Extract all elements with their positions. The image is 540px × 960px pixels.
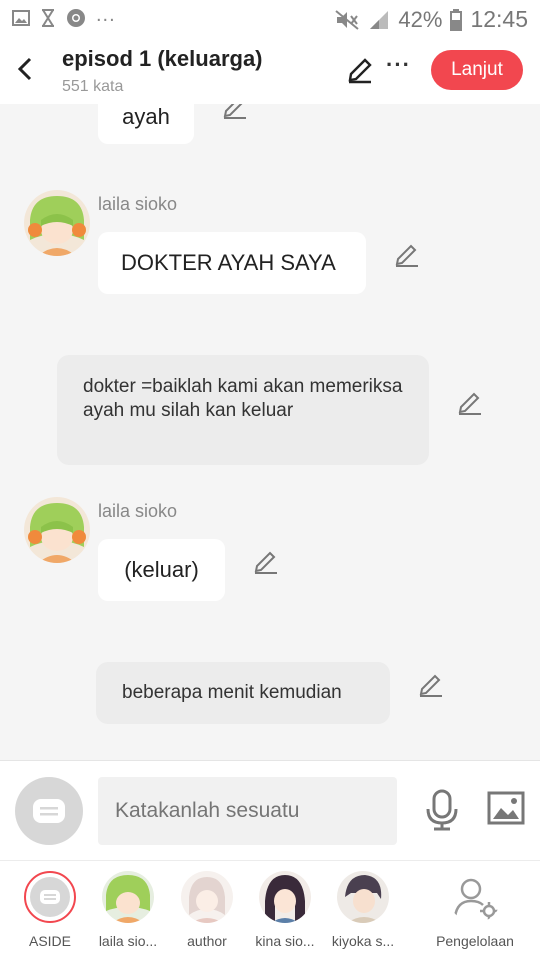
- edit-message-icon[interactable]: [222, 104, 248, 120]
- management-button[interactable]: Pengelolaan: [425, 871, 525, 949]
- character-avatar-icon: [24, 497, 90, 563]
- edit-pencil-icon[interactable]: [346, 56, 374, 84]
- status-right: 42% 12:45: [334, 6, 528, 33]
- character-avatar-icon: [259, 871, 311, 923]
- cast-character[interactable]: author: [162, 871, 252, 949]
- edit-message-icon[interactable]: [457, 390, 483, 416]
- back-arrow-icon[interactable]: [14, 54, 36, 84]
- cast-character[interactable]: kiyoka s...: [318, 871, 408, 949]
- character-avatar-icon: [102, 871, 154, 923]
- cast-label: ASIDE: [28, 933, 71, 949]
- image-upload-icon[interactable]: [487, 791, 525, 825]
- message-text: (keluar): [124, 557, 199, 582]
- message-bubble[interactable]: (keluar): [98, 539, 225, 601]
- character-avatar-icon: [24, 190, 90, 256]
- message-bubble[interactable]: DOKTER AYAH SAYA: [98, 232, 366, 294]
- message-input[interactable]: [98, 777, 397, 845]
- avatar[interactable]: [24, 190, 90, 256]
- narration-bubble[interactable]: dokter =baiklah kami akan memeriksa ayah…: [57, 355, 429, 465]
- cast-label: laila sio...: [98, 933, 158, 949]
- avatar: [337, 871, 389, 923]
- mute-icon: [335, 9, 360, 30]
- clock: 12:45: [470, 6, 528, 32]
- cast-label: author: [187, 933, 227, 949]
- header: episod 1 (keluarga) 551 kata ··· Lanjut: [0, 38, 540, 104]
- message-text: DOKTER AYAH SAYA: [121, 250, 336, 275]
- aside-toggle-button[interactable]: [15, 777, 83, 845]
- more-options-button[interactable]: ···: [386, 52, 411, 78]
- narration-text: beberapa menit kemudian: [122, 682, 342, 703]
- avatar: [102, 871, 154, 923]
- microphone-icon[interactable]: [424, 789, 460, 831]
- signal-icon: [370, 10, 389, 29]
- next-button[interactable]: Lanjut: [431, 50, 523, 90]
- cast-label: Pengelolaan: [436, 933, 514, 949]
- edit-message-icon[interactable]: [418, 672, 444, 698]
- narration-text: dokter =baiklah kami akan memeriksa ayah…: [83, 376, 403, 421]
- edit-message-icon[interactable]: [394, 242, 420, 268]
- cast-label: kina sio...: [255, 933, 315, 949]
- cast-bar: ASIDE laila sio... author kina sio... ki…: [0, 860, 540, 960]
- narration-bubble[interactable]: beberapa menit kemudian: [96, 662, 390, 724]
- word-count: 551 kata: [62, 78, 124, 95]
- cast-aside[interactable]: ASIDE: [5, 871, 95, 949]
- cast-character[interactable]: kina sio...: [240, 871, 330, 949]
- status-more: ...: [96, 3, 116, 26]
- edit-message-icon[interactable]: [253, 549, 279, 575]
- image-notification-icon: [12, 10, 30, 26]
- aside-icon: [40, 890, 60, 904]
- aside-avatar: [24, 871, 76, 923]
- status-left: ...: [12, 4, 116, 28]
- user-settings-icon: [453, 878, 498, 920]
- chat-area[interactable]: ayah laila sioko DOKTER AYAH SAYA dokter…: [0, 104, 540, 760]
- character-name: laila sioko: [98, 501, 178, 521]
- input-bar: [0, 760, 540, 860]
- cast-character[interactable]: laila sio...: [83, 871, 173, 949]
- avatar: [259, 871, 311, 923]
- message-text: ayah: [122, 104, 170, 129]
- author-avatar-icon: [181, 871, 233, 923]
- aside-icon: [33, 799, 65, 823]
- status-bar: ... 42% 12:45: [0, 0, 540, 38]
- hourglass-icon: [42, 9, 54, 27]
- page-title: episod 1 (keluarga): [62, 46, 263, 71]
- cast-label: kiyoka s...: [331, 933, 395, 949]
- battery-percent: 42%: [398, 6, 443, 32]
- character-name: laila sioko: [98, 194, 178, 214]
- chrome-icon: [67, 9, 85, 27]
- character-avatar-icon: [337, 871, 389, 923]
- manage-avatar: [449, 871, 501, 923]
- battery-icon: [450, 8, 463, 31]
- message-bubble[interactable]: ayah: [98, 104, 194, 144]
- avatar[interactable]: [24, 497, 90, 563]
- avatar: [181, 871, 233, 923]
